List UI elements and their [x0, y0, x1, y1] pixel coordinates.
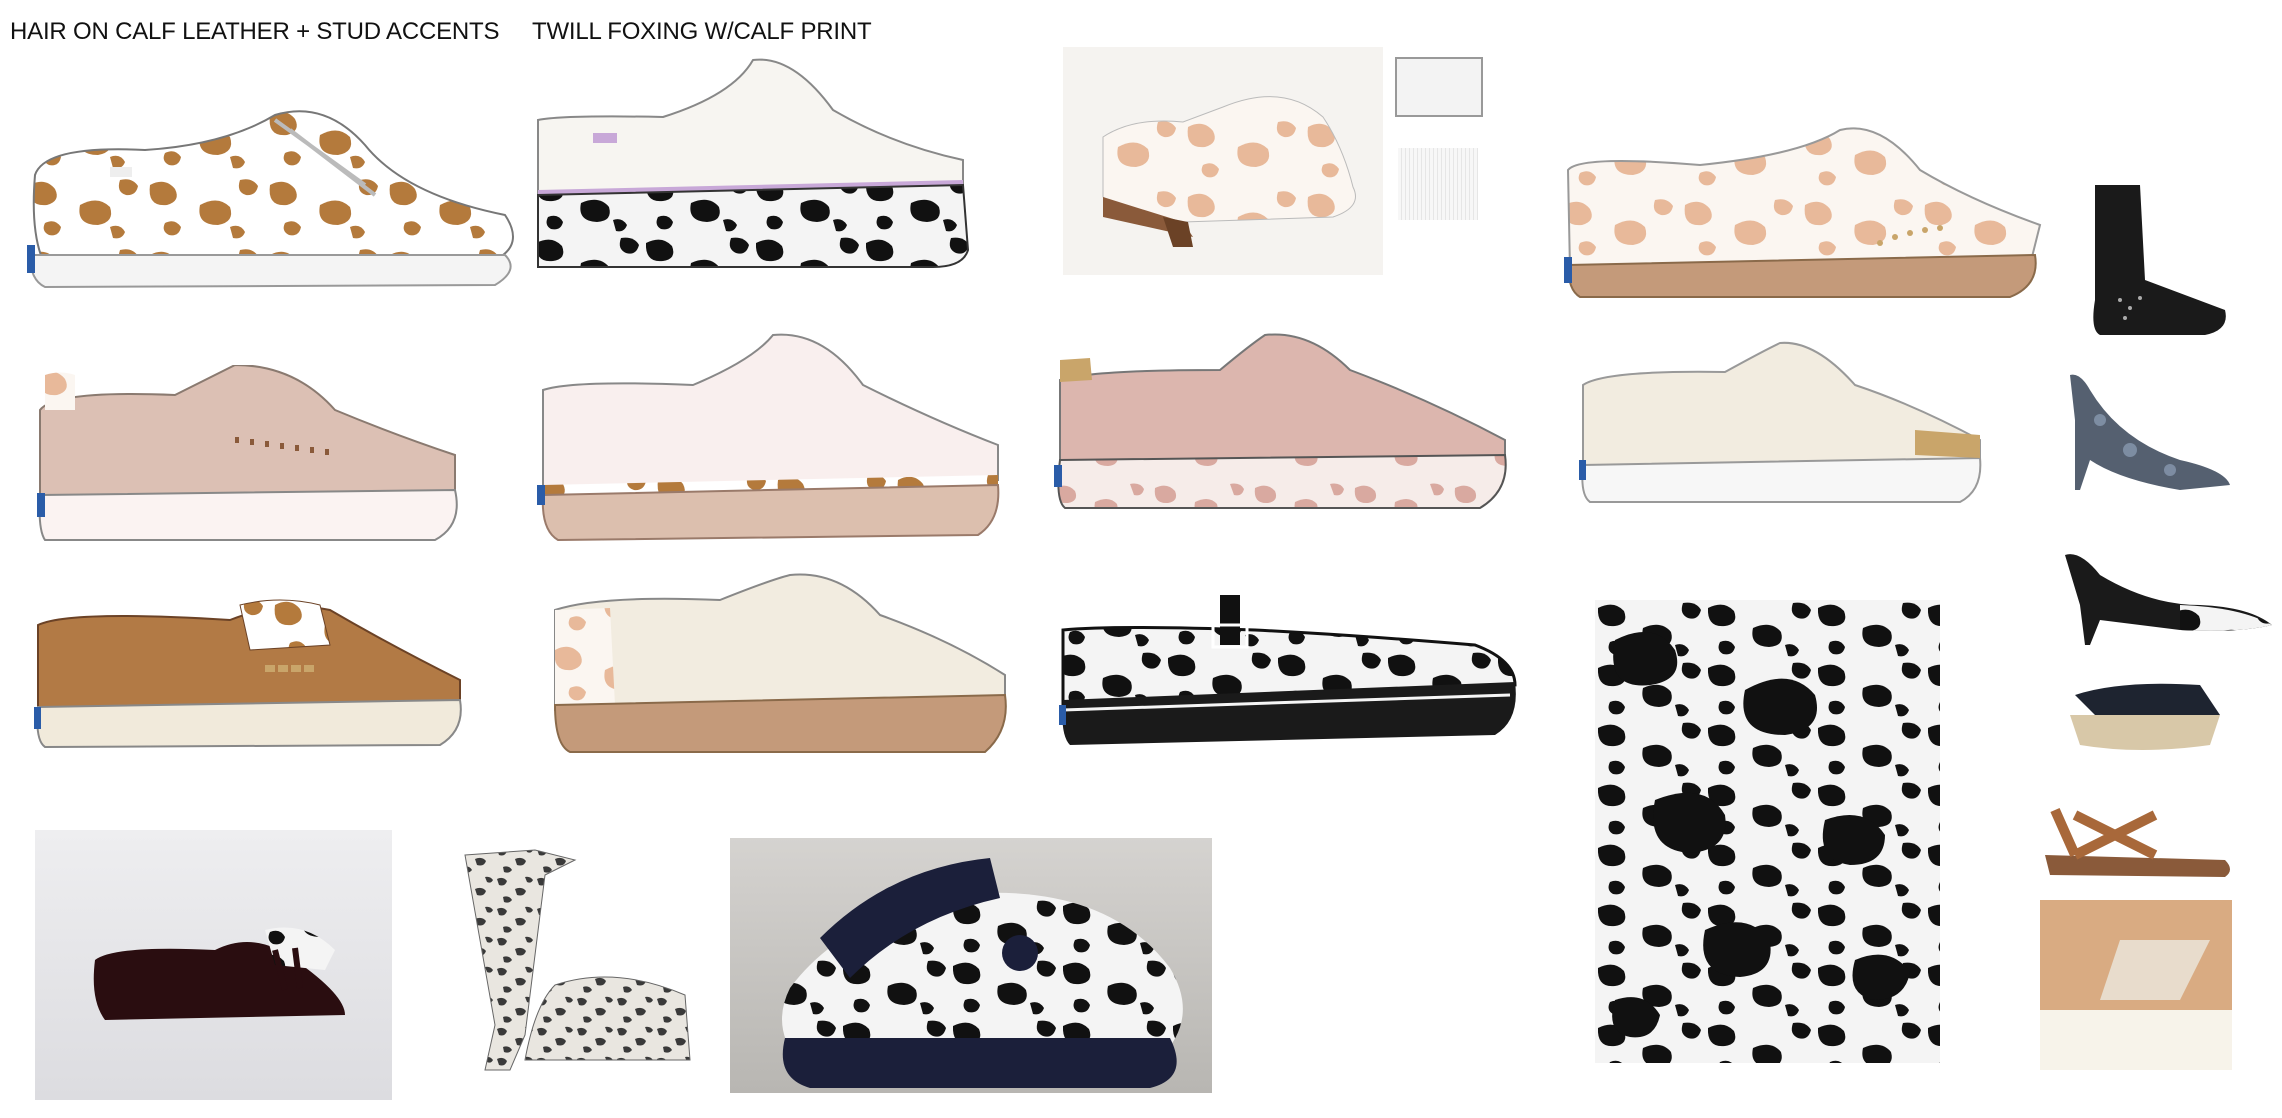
photo-cow-pointed-pump: [2060, 545, 2275, 650]
swatch-white-hair-2: [1398, 148, 1478, 220]
sneaker-tan-calf-studs: [1560, 125, 2045, 300]
photo-tan-sneaker-crop: [2040, 900, 2232, 1070]
photo-burgundy-tassel-loafer: [35, 830, 392, 1100]
sneaker-brown-calf-hair: [25, 105, 515, 290]
loafer-caramel-cow-strap: [30, 595, 465, 750]
photo-cow-print-swatch: [1595, 600, 1940, 1063]
platform-sneaker-cow-foxing: [533, 55, 973, 270]
sneaker-cream-cow-heel: [550, 570, 1010, 755]
photo-black-clog: [2060, 675, 2225, 760]
header-hair-on-calf: HAIR ON CALF LEATHER + STUD ACCENTS: [10, 18, 500, 45]
sneaker-cream-gold-studs: [1575, 340, 1985, 505]
photo-snake-platform-heel: [455, 845, 695, 1075]
photo-cow-hair-clog: [730, 838, 1212, 1093]
swatch-white-hair-1: [1395, 57, 1483, 117]
photo-camo-stiletto: [2060, 370, 2235, 500]
mary-jane-cow-print: [1055, 590, 1520, 755]
photo-black-stud-boot: [2085, 180, 2235, 345]
photo-cow-mule: [1063, 47, 1383, 275]
sneaker-blush-studs: [35, 365, 460, 545]
sneaker-pink-cow-sole: [533, 330, 1003, 545]
sneaker-mauve-cow-foxing: [1050, 330, 1510, 510]
header-twill-foxing: TWILL FOXING W/CALF PRINT: [532, 18, 872, 45]
photo-cognac-strap-sandal: [2035, 795, 2240, 885]
